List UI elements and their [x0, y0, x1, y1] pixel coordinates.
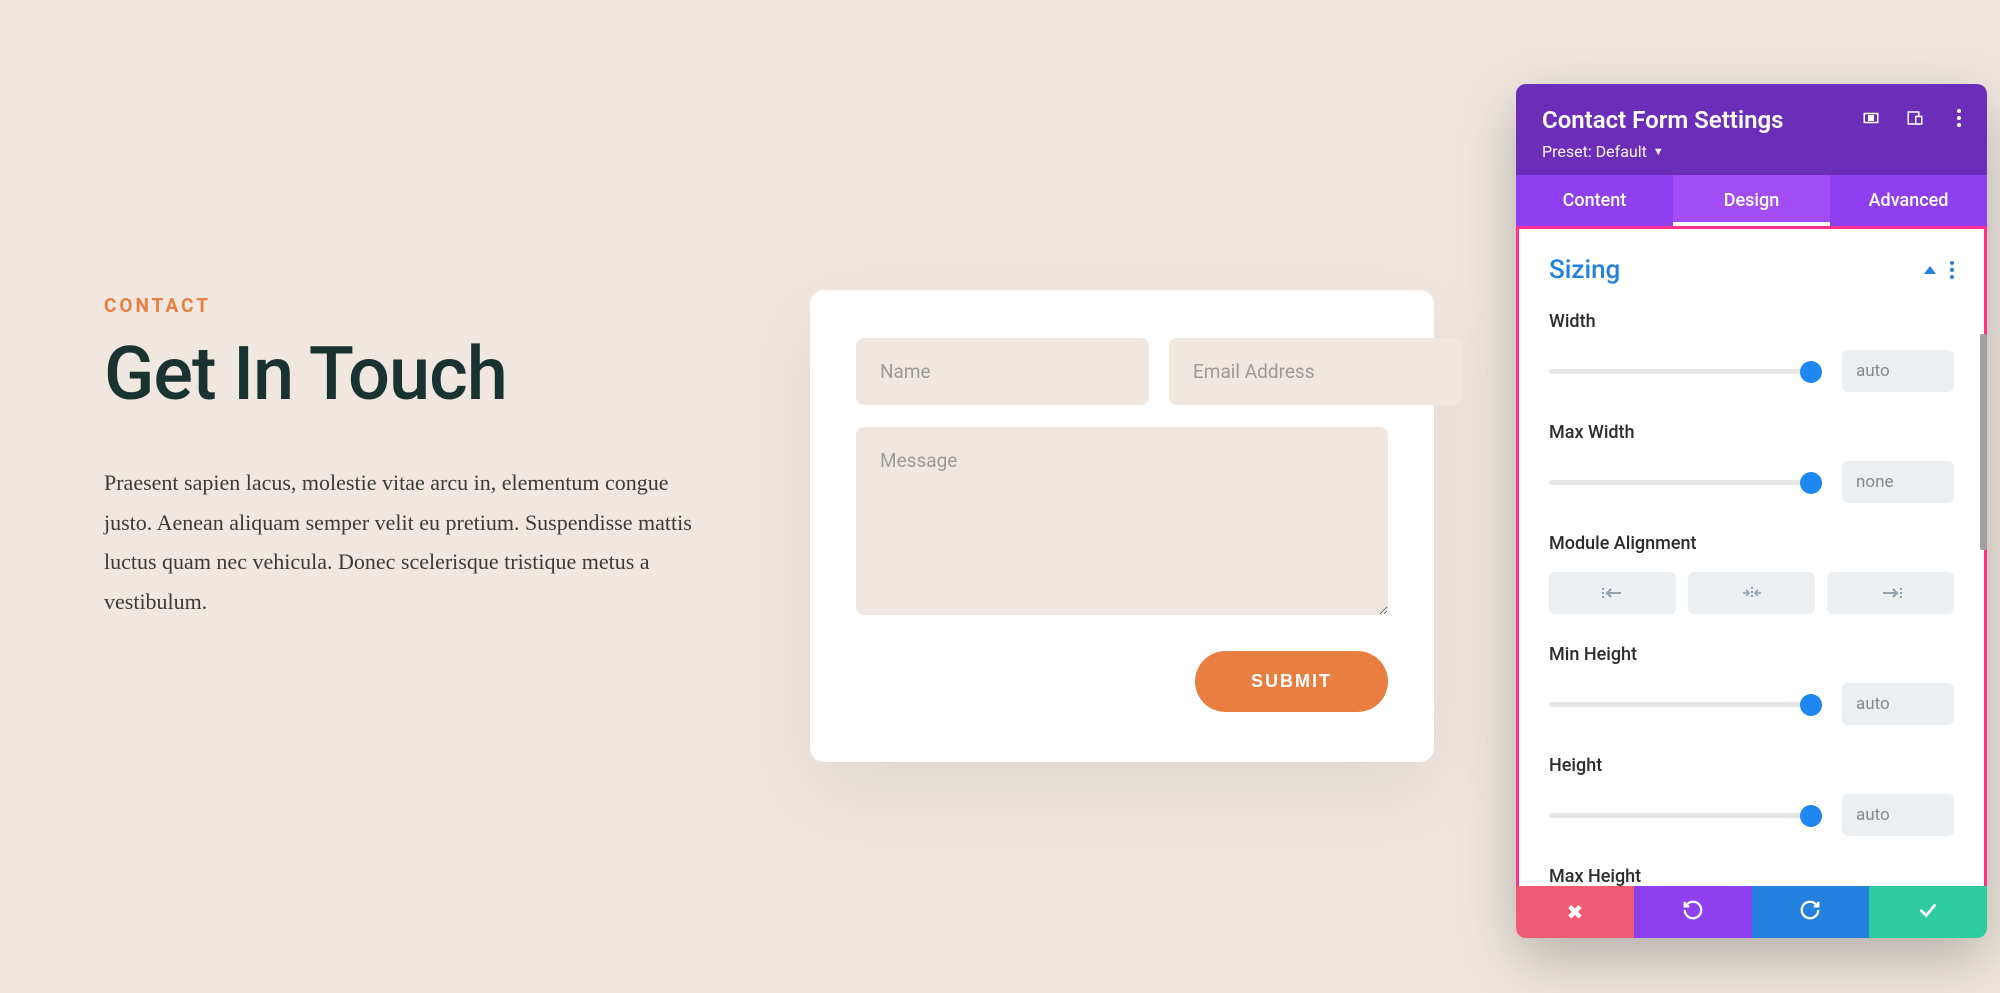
align-right-icon — [1879, 586, 1903, 600]
more-icon[interactable] — [1949, 108, 1969, 128]
section-title[interactable]: Sizing — [1549, 255, 1620, 285]
min-height-slider[interactable] — [1549, 702, 1820, 707]
height-label: Height — [1549, 755, 1954, 776]
contact-form: SUBMIT — [810, 290, 1434, 762]
eyebrow-label: CONTACT — [104, 294, 704, 317]
slider-thumb[interactable] — [1800, 361, 1822, 383]
close-icon: ✖ — [1566, 900, 1583, 924]
contact-intro: CONTACT Get In Touch Praesent sapien lac… — [104, 294, 704, 621]
tab-advanced[interactable]: Advanced — [1830, 175, 1987, 226]
check-icon — [1917, 899, 1939, 926]
slider-thumb[interactable] — [1800, 805, 1822, 827]
tab-indicator — [1673, 222, 1830, 226]
max-height-label: Max Height — [1549, 866, 1954, 886]
min-height-value[interactable]: auto — [1842, 683, 1954, 725]
tab-design[interactable]: Design — [1673, 175, 1830, 226]
align-center-button[interactable] — [1688, 572, 1815, 614]
name-field[interactable] — [856, 338, 1149, 405]
panel-header: Contact Form Settings Preset: Default ▼ — [1516, 84, 1987, 175]
min-height-label: Min Height — [1549, 644, 1954, 665]
panel-body: Sizing Width auto Max Width none Module … — [1516, 226, 1987, 886]
section-more-icon[interactable] — [1950, 261, 1954, 279]
width-value[interactable]: auto — [1842, 350, 1954, 392]
align-right-button[interactable] — [1827, 572, 1954, 614]
tab-content[interactable]: Content — [1516, 175, 1673, 226]
close-button[interactable]: ✖ — [1516, 886, 1634, 938]
height-value[interactable]: auto — [1842, 794, 1954, 836]
panel-footer: ✖ — [1516, 886, 1987, 938]
save-button[interactable] — [1869, 886, 1987, 938]
caret-down-icon: ▼ — [1653, 145, 1664, 158]
email-field[interactable] — [1169, 338, 1462, 405]
preset-label: Preset: Default — [1542, 142, 1647, 161]
collapse-icon[interactable] — [1924, 266, 1936, 274]
expand-icon[interactable] — [1861, 108, 1881, 128]
max-width-slider[interactable] — [1549, 480, 1820, 485]
intro-paragraph: Praesent sapien lacus, molestie vitae ar… — [104, 463, 704, 621]
align-left-icon — [1601, 586, 1625, 600]
module-alignment-label: Module Alignment — [1549, 533, 1954, 554]
slider-thumb[interactable] — [1800, 694, 1822, 716]
undo-button[interactable] — [1634, 886, 1752, 938]
message-field[interactable] — [856, 427, 1388, 615]
scrollbar[interactable] — [1980, 334, 1987, 550]
align-left-button[interactable] — [1549, 572, 1676, 614]
redo-icon — [1799, 899, 1821, 926]
redo-button[interactable] — [1752, 886, 1870, 938]
submit-button[interactable]: SUBMIT — [1195, 651, 1388, 712]
undo-icon — [1682, 899, 1704, 926]
align-center-icon — [1740, 586, 1764, 600]
tabs: Content Design Advanced — [1516, 175, 1987, 226]
height-slider[interactable] — [1549, 813, 1820, 818]
responsive-icon[interactable] — [1905, 108, 1925, 128]
width-slider[interactable] — [1549, 369, 1820, 374]
preset-dropdown[interactable]: Preset: Default ▼ — [1542, 142, 1664, 161]
max-width-label: Max Width — [1549, 422, 1954, 443]
max-width-value[interactable]: none — [1842, 461, 1954, 503]
slider-thumb[interactable] — [1800, 472, 1822, 494]
settings-panel: Contact Form Settings Preset: Default ▼ … — [1516, 84, 1987, 938]
width-label: Width — [1549, 311, 1954, 332]
page-title: Get In Touch — [104, 331, 704, 418]
